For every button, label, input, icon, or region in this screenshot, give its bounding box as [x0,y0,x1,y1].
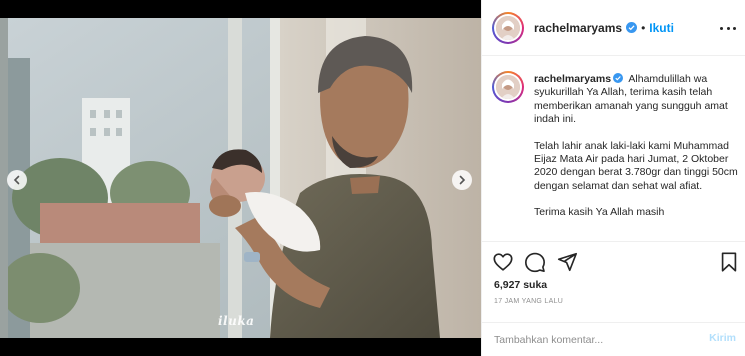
avatar-image [496,15,520,40]
next-photo-button[interactable] [452,170,472,190]
previous-photo-button[interactable] [7,170,27,190]
paper-plane-icon [557,252,577,272]
verified-badge-icon [613,73,624,83]
caption-paragraph-3: Terima kasih Ya Allah masih [534,206,665,219]
bookmark-icon [721,252,737,272]
post-media: iluka [0,0,481,356]
post-details-panel: rachelmaryams • Ikuti rachelmaryams Alha… [481,0,745,356]
header-username[interactable]: rachelmaryams [534,21,622,35]
like-button[interactable] [492,251,514,273]
verified-badge-icon [626,22,638,33]
comment-icon [525,252,545,273]
caption-paragraph: rachelmaryams Alhamdulillah wa syukurill… [534,73,738,127]
chevron-right-icon [459,175,466,185]
post-comment-button[interactable]: Kirim [709,332,736,344]
caption-area: rachelmaryams Alhamdulillah wa syukurill… [482,57,745,241]
caption-paragraph-2: Telah lahir anak laki-laki kami Muhammad… [534,139,738,192]
caption-username[interactable]: rachelmaryams [534,73,611,85]
caption-text: rachelmaryams Alhamdulillah wa syukurill… [534,73,738,233]
likes-count[interactable]: 6,927 suka [494,279,547,291]
media-letterbox-bottom [0,338,481,356]
post-timestamp[interactable]: 17 JAM YANG LALU [494,298,563,305]
chevron-left-icon [13,175,20,185]
avatar[interactable] [492,11,524,44]
action-bar [482,241,745,281]
comment-input[interactable] [494,332,694,348]
photo-watermark: iluka [218,314,255,328]
instagram-post-modal: iluka rachelmaryams • Ikuti rachelmaryam… [0,0,745,356]
caption-avatar[interactable] [492,71,524,103]
save-button[interactable] [718,251,740,273]
comment-button[interactable] [524,251,546,273]
separator-dot: • [641,20,646,35]
heart-icon [493,253,513,271]
post-header: rachelmaryams • Ikuti [482,0,745,56]
comment-bar: Kirim [482,322,745,356]
avatar-image [496,75,520,99]
follow-button[interactable]: Ikuti [649,21,674,35]
more-options-icon[interactable] [720,22,736,34]
media-letterbox-top [0,0,481,18]
post-photo [0,18,481,338]
share-button[interactable] [556,251,578,273]
